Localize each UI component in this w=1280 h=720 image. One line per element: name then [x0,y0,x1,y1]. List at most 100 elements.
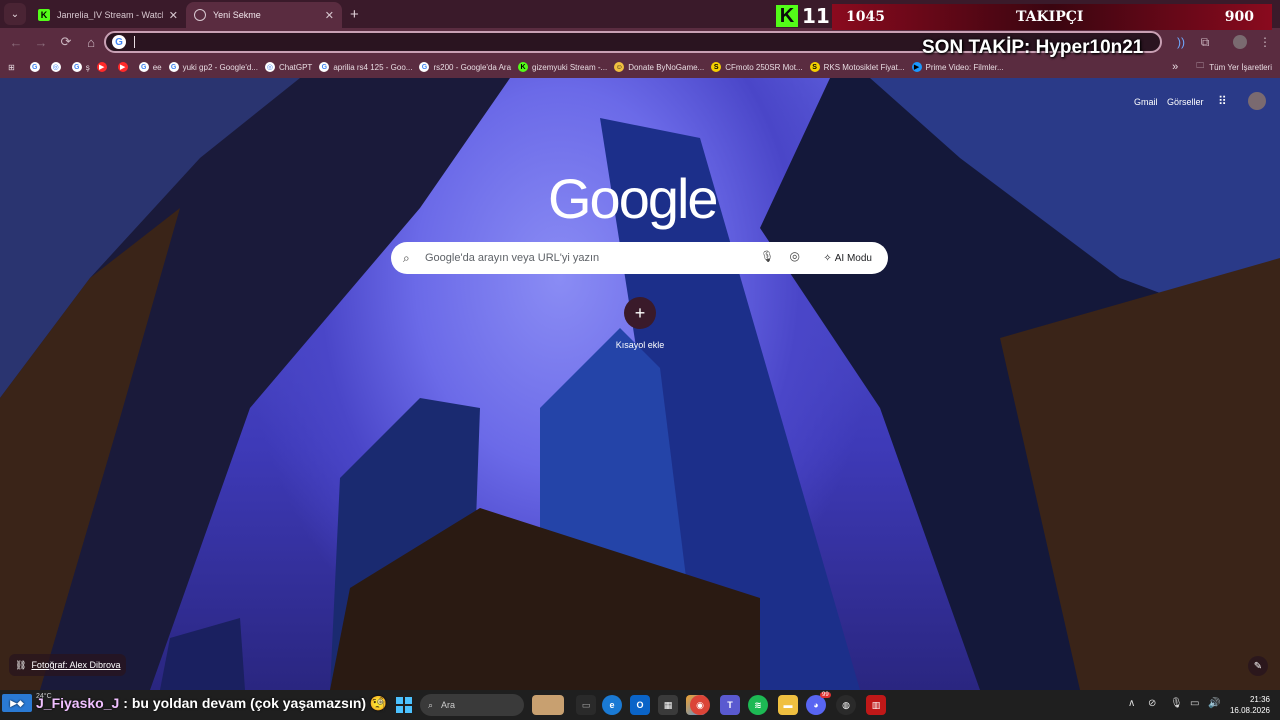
network-off-icon[interactable]: ⊘ [1148,698,1156,709]
photo-credit-link[interactable]: ⛓ Fotoğraf: Alex Dibrova [9,654,127,676]
bookmark-item[interactable]: ☺ Donate ByNoGame... [614,62,704,72]
tab-kick-stream[interactable]: K Janrelia_IV Stream - Watch Live... ✕ [30,2,186,28]
s-icon: S [809,62,820,72]
bookmarks-more-button[interactable]: » [1172,61,1178,73]
outlook-icon[interactable]: O [630,695,650,715]
search-icon: ⌕ [403,250,410,265]
voice-icon[interactable]: )) [1172,32,1190,52]
app-red-icon[interactable]: ▥ [866,695,886,715]
clock[interactable]: 21:36 16.08.2026 [1222,694,1270,716]
newtab-icon [194,9,206,21]
chrome-icon[interactable]: ◉ [690,695,710,715]
clock-time: 21:36 [1249,695,1270,704]
bookmark-label: aprilia rs4 125 - Goo... [333,62,413,72]
donate-icon: ☺ [614,62,625,72]
start-button[interactable] [396,697,412,713]
bookmark-item[interactable]: Grs200 - Google'da Ara [419,62,511,72]
spotify-icon[interactable]: ≋ [748,695,768,715]
bookmarks-right: » 🗀 Tüm Yer İşaretleri [1172,60,1272,74]
microphone-icon[interactable]: 🎙 [1170,698,1183,709]
bookmark-item[interactable]: Gee [138,62,162,72]
bookmark-item[interactable]: G [29,62,44,72]
home-button[interactable]: ⌂ [79,30,103,54]
youtube-icon: ▶ [96,62,107,72]
follower-goal-bar: 1045 TAKIPÇI 900 [832,4,1272,30]
new-tab-button[interactable]: + [350,6,359,23]
obs-icon[interactable]: ◍ [836,695,856,715]
task-view-icon[interactable]: ▭ [576,695,596,715]
volume-icon[interactable]: 🔊 [1208,698,1220,709]
google-logo: Google [548,167,719,230]
text-caret [134,36,135,48]
file-explorer-icon[interactable]: ▬ [778,695,798,715]
discord-icon[interactable]: ◕ [806,695,826,715]
all-bookmarks-button[interactable]: Tüm Yer İşaretleri [1209,63,1272,72]
bookmark-label: yuki gp2 - Google'd... [182,62,258,72]
bookmark-item[interactable]: Gaprilia rs4 125 - Goo... [319,62,412,72]
profile-avatar[interactable] [1230,32,1250,52]
menu-icon[interactable]: ⋮ [1258,32,1272,52]
bookmark-item[interactable]: S CFmoto 250SR Mot... [711,62,803,72]
edit-icon[interactable]: ✎ [1248,656,1268,676]
bookmark-item[interactable]: Gş [71,62,90,72]
ai-mode-label: AI Modu [834,252,872,264]
google-icon: G [168,62,179,72]
tab-new-tab[interactable]: Yeni Sekme ✕ [186,2,342,28]
tray-chevron-icon[interactable]: ∧ [1128,698,1135,709]
bookmark-item[interactable]: ◎ ChatGPT [264,62,313,72]
chat-overlay: ▶◆ J_Fiyasko_J : bu yoldan devam (çok ya… [2,694,387,712]
search-input[interactable] [425,252,745,264]
bookmark-list: G ◎ Gş ▶ ▶ Gee Gyuki gp2 - Google'd... ◎ ChatGPT… [23,62,1004,72]
close-icon[interactable]: ✕ [169,9,178,22]
reload-button[interactable]: ⟳ [54,30,78,54]
apps-grid-icon[interactable]: ⠿ [1218,94,1227,108]
bookmark-label: ChatGPT [278,62,313,72]
bookmark-item[interactable]: ▶ [96,62,111,72]
windows-taskbar: 24°C ▶◆ J_Fiyasko_J : bu yoldan devam (ç… [0,690,1280,720]
bookmark-label: RKS Motosiklet Fiyat... [823,62,905,72]
bookmark-label: ee [152,62,162,72]
display-icon[interactable]: ▭ [1190,698,1199,709]
bookmark-item[interactable]: Gyuki gp2 - Google'd... [168,62,258,72]
add-shortcut-label: Kısayol ekle [615,340,665,350]
search-box[interactable]: ⌕ 🎙 ◎ ✧ AI Modu [391,242,888,274]
bookmark-item[interactable]: S RKS Motosiklet Fiyat... [809,62,905,72]
add-shortcut-button[interactable]: + [624,297,656,329]
tab-search-button[interactable]: ⌄ [4,3,26,25]
chevron-down-icon: ⌄ [10,8,20,20]
bookmark-item[interactable]: ◎ [50,62,65,72]
s-icon: S [711,62,722,72]
chatgpt-icon: ◎ [264,62,275,72]
bookmark-label: rs200 - Google'da Ara [433,62,512,72]
close-icon[interactable]: ✕ [325,9,334,22]
link-icon: ⛓ [15,659,27,670]
chat-message: : bu yoldan devam (çok yaşamazsın) 🧐 [123,694,388,711]
bookmark-label: gizemyuki Stream -... [532,62,608,72]
ai-mode-button[interactable]: ✧ AI Modu [815,247,880,269]
google-icon: G [112,35,126,49]
images-link[interactable]: Görseller [1167,97,1204,107]
store-icon[interactable]: ▦ [658,695,678,715]
widget-icon[interactable] [532,695,564,715]
apps-icon[interactable]: ⊞ [8,63,15,72]
bookmark-item[interactable]: ▶ [117,62,132,72]
tab-title: Yeni Sekme [213,10,261,20]
follower-label: TAKIPÇI [1016,9,1084,25]
extensions-icon[interactable]: ⧉ [1196,32,1214,52]
bookmark-label: CFmoto 250SR Mot... [725,62,803,72]
microphone-icon[interactable]: 🎙 [760,250,774,263]
lens-icon[interactable]: ◎ [790,249,800,263]
tab-title: Janrelia_IV Stream - Watch Live... [57,10,163,20]
bookmark-item[interactable]: Kgizemyuki Stream -... [518,62,607,72]
back-button[interactable]: ← [4,30,28,54]
gmail-link[interactable]: Gmail [1134,97,1158,107]
chat-username: J_Fiyasko_J [36,695,120,711]
follower-goal: 900 [1224,9,1254,25]
last-follower-text: SON TAKİP: Hyper10n21 [922,37,1144,58]
forward-button[interactable]: → [29,30,53,54]
teams-icon[interactable]: T [720,695,740,715]
bookmark-item[interactable]: ▶ Prime Video: Filmler... [911,62,1004,72]
account-avatar[interactable] [1248,92,1266,110]
taskbar-search[interactable]: ⌕ Ara [420,694,524,716]
edge-icon[interactable]: e [602,695,622,715]
